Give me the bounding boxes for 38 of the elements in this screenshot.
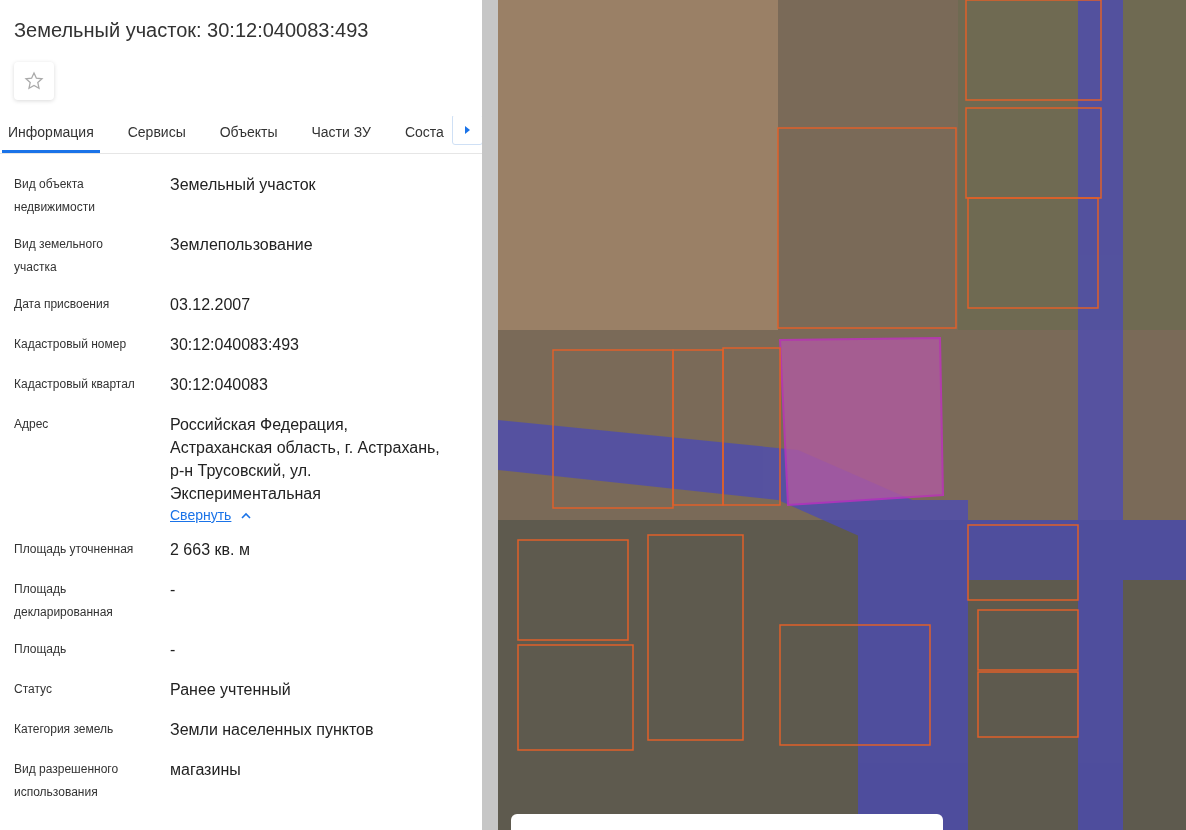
field-value: 2 663 кв. м: [170, 540, 251, 560]
field-label: Кадастровый номер: [14, 336, 128, 353]
field-label: Категория земель: [14, 721, 115, 738]
scrollbar[interactable]: [482, 0, 498, 830]
field-value: -: [170, 580, 177, 600]
field-label: Вид объекта недвижимости: [14, 176, 96, 216]
field-value: 30:12:040083: [170, 375, 269, 395]
field-value: -: [170, 640, 177, 660]
tab[interactable]: Соста: [398, 116, 450, 153]
selected-parcel[interactable]: [778, 337, 944, 507]
scroll-right-button[interactable]: [451, 116, 482, 145]
field-value: Землепользование: [170, 235, 314, 255]
field-value: 03.12.2007: [170, 295, 252, 315]
field-label: Кадастровый квартал: [14, 376, 136, 393]
favorite-button[interactable]: [14, 62, 54, 100]
tab[interactable]: Сервисы: [121, 116, 192, 153]
tab[interactable]: Части ЗУ: [305, 116, 377, 153]
field-value: магазины: [170, 760, 242, 780]
field-label: Площадь: [14, 641, 68, 658]
tab[interactable]: Объекты: [213, 116, 284, 153]
field-value: Российская Федерация, Астраханская область, г. Астрахань, р-н Трусовский, ул. Экспериментальная: [170, 415, 441, 504]
field-label: Адрес: [14, 416, 50, 433]
field-label: Вид земельного участка: [14, 236, 104, 276]
right-arrow-icon: [464, 125, 471, 134]
chevron-up-icon: [241, 511, 252, 519]
field-value: Земли населенных пунктов: [170, 720, 375, 740]
field-value: Земельный участок: [170, 175, 317, 195]
tab[interactable]: Информация: [2, 116, 100, 153]
field-value: Ранее учтенный: [170, 680, 292, 700]
field-label: Вид разрешенного использования: [14, 761, 120, 801]
field-label: Статус: [14, 681, 53, 698]
star-icon: [24, 71, 44, 91]
field-value: 30:12:040083:493: [170, 335, 300, 355]
field-label: Площадь уточненная: [14, 541, 135, 558]
field-label: Дата присвоения: [14, 296, 111, 313]
field-label: Площадь декларированная: [14, 581, 114, 621]
panel-title: Земельный участок: 30:12:040083:493: [13, 18, 370, 42]
collapse-link[interactable]: Свернуть: [170, 507, 252, 523]
